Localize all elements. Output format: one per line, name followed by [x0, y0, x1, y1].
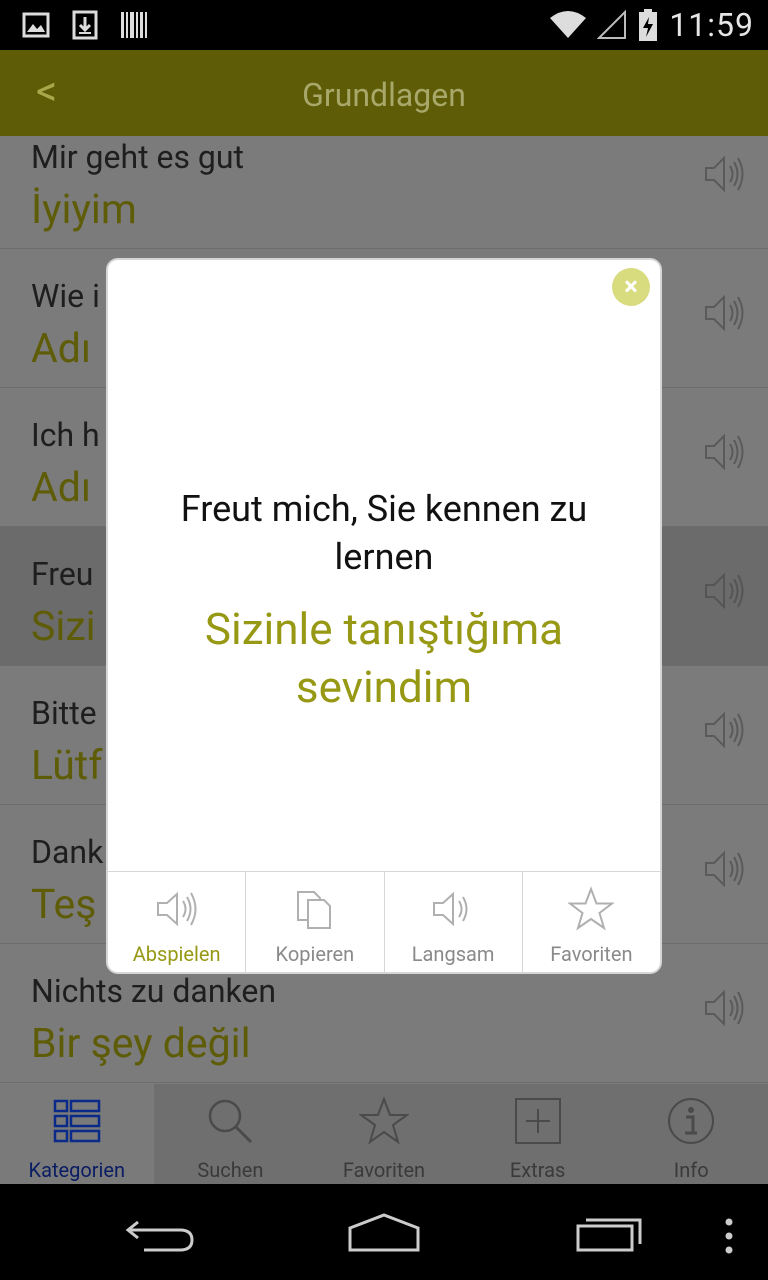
home-nav-icon[interactable]	[346, 1212, 422, 1254]
turkish-text: Adı	[31, 464, 92, 512]
app-bar: < Grundlagen	[0, 50, 768, 136]
speaker-icon[interactable]	[702, 430, 746, 474]
list-icon	[53, 1099, 101, 1143]
speaker-icon[interactable]	[702, 152, 746, 196]
speaker-icon	[156, 891, 197, 927]
star-icon	[568, 886, 615, 931]
status-time: 11:59	[669, 6, 754, 44]
tab-suchen[interactable]: Suchen	[154, 1084, 308, 1184]
page-title: Grundlagen	[302, 76, 466, 114]
speaker-icon[interactable]	[702, 708, 746, 752]
turkish-text: Bir şey değil	[31, 1020, 251, 1068]
tab-label: Extras	[509, 1158, 566, 1182]
recents-nav-icon[interactable]	[574, 1214, 646, 1254]
turkish-text: Lütf	[31, 742, 103, 790]
system-nav-bar	[0, 1184, 768, 1280]
image-notification-icon	[22, 12, 50, 38]
speaker-icon	[433, 891, 468, 927]
dialog-actions: Abspielen Kopieren Langsam Favoriten	[108, 871, 660, 972]
slow-play-button[interactable]: Langsam	[383, 872, 522, 972]
tab-favoriten[interactable]: Favoriten	[307, 1084, 461, 1184]
wifi-icon	[550, 11, 587, 38]
turkish-text: Adı	[31, 325, 92, 373]
german-text: Ich h	[31, 416, 100, 454]
search-icon	[209, 1099, 253, 1144]
tab-label: Suchen	[197, 1158, 264, 1182]
copy-icon	[296, 891, 331, 929]
tab-info[interactable]: Info	[614, 1084, 768, 1184]
list-item[interactable]: Mir geht es gut İyiyim	[0, 136, 768, 249]
barcode-notification-icon	[121, 12, 147, 38]
tab-extras[interactable]: Extras	[461, 1084, 615, 1184]
plus-icon	[514, 1098, 561, 1144]
star-icon	[358, 1096, 409, 1145]
play-button[interactable]: Abspielen	[108, 872, 245, 972]
dialog-german-text: Freut mich, Sie kennen zu lernen	[180, 488, 588, 578]
battery-icon	[639, 9, 658, 41]
tab-label: Favoriten	[342, 1158, 426, 1182]
menu-nav-icon[interactable]	[722, 1218, 736, 1254]
signal-icon	[597, 10, 627, 39]
turkish-text: Teş	[31, 881, 97, 929]
action-label: Abspielen	[132, 942, 221, 966]
german-text: Freu	[31, 555, 94, 593]
action-label: Kopieren	[275, 942, 355, 966]
back-nav-icon[interactable]	[124, 1214, 196, 1254]
speaker-icon[interactable]	[702, 847, 746, 891]
german-text: Nichts zu danken	[31, 972, 277, 1010]
action-label: Favoriten	[550, 942, 633, 966]
download-notification-icon	[72, 10, 98, 40]
german-text: Dank	[31, 833, 104, 871]
info-icon	[668, 1098, 715, 1144]
speaker-icon[interactable]	[702, 569, 746, 613]
german-text: Bitte	[31, 694, 97, 732]
turkish-text: İyiyim	[31, 186, 137, 234]
tab-label: Kategorien	[28, 1158, 126, 1182]
german-text: Wie i	[31, 277, 100, 315]
copy-button[interactable]: Kopieren	[245, 872, 383, 972]
speaker-icon[interactable]	[702, 986, 746, 1030]
phrase-dialog: × Freut mich, Sie kennen zu lernen Sizin…	[106, 258, 662, 974]
tab-kategorien[interactable]: Kategorien	[0, 1084, 154, 1184]
german-text: Mir geht es gut	[31, 138, 244, 176]
favorite-button[interactable]: Favoriten	[521, 872, 660, 972]
dialog-turkish-text: Sizinle tanıştığıma sevindim	[204, 603, 564, 713]
close-button[interactable]: ×	[612, 268, 650, 306]
turkish-text: Sizi	[31, 603, 96, 651]
bottom-tab-bar: Kategorien Suchen Favoriten Extras Info	[0, 1084, 768, 1184]
tab-label: Info	[673, 1158, 709, 1182]
status-bar: 11:59	[0, 0, 768, 50]
action-label: Langsam	[411, 942, 495, 966]
speaker-icon[interactable]	[702, 291, 746, 335]
